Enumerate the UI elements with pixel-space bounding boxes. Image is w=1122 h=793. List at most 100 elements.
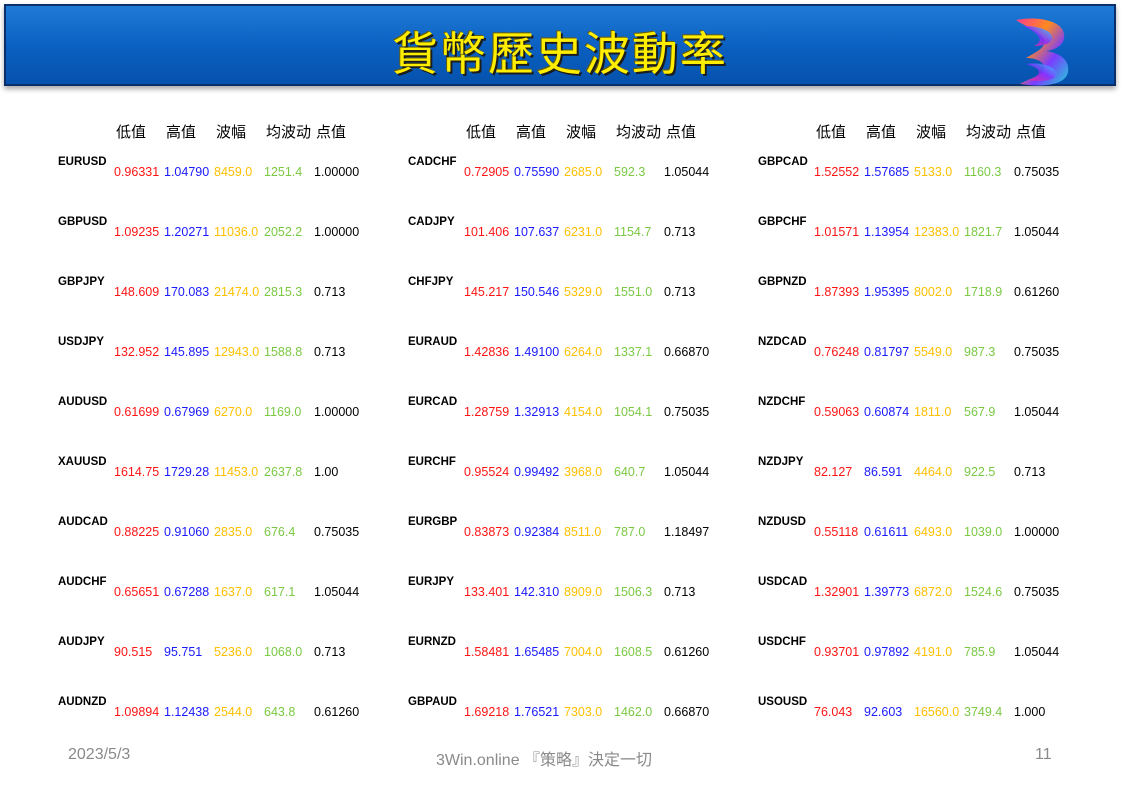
header-low: 低值 <box>116 124 147 141</box>
low-value: 0.65651 <box>114 585 160 599</box>
avg-value: 2815.3 <box>264 285 303 299</box>
table-row: CADJPY 101.406 107.637 6231.0 1154.7 0.713 <box>408 216 738 239</box>
low-value: 0.83873 <box>464 525 510 539</box>
symbol-label: EURNZD <box>408 636 456 648</box>
table-row: AUDCHF 0.65651 0.67288 1637.0 617.1 1.05044 <box>58 576 388 599</box>
avg-value: 787.0 <box>614 525 646 539</box>
table-row: GBPJPY 148.609 170.083 21474.0 2815.3 0.713 <box>58 276 388 299</box>
range-value: 6231.0 <box>564 225 603 239</box>
high-value: 0.99492 <box>514 465 560 479</box>
page-number: 11 <box>1035 746 1052 763</box>
high-value: 1.76521 <box>514 705 560 719</box>
symbol-label: USDCHF <box>758 636 806 648</box>
header-range: 波幅 <box>566 124 597 141</box>
range-value: 11453.0 <box>214 465 259 479</box>
low-value: 1.58481 <box>464 645 510 659</box>
range-value: 6493.0 <box>914 525 953 539</box>
range-value: 2544.0 <box>214 705 253 719</box>
symbol-label: GBPJPY <box>58 276 105 288</box>
high-value: 1.65485 <box>514 645 560 659</box>
table-row: NZDCHF 0.59063 0.60874 1811.0 567.9 1.05044 <box>758 396 1088 419</box>
range-value: 7303.0 <box>564 705 603 719</box>
avg-value: 1506.3 <box>614 585 653 599</box>
symbol-label: USDCAD <box>758 576 808 588</box>
symbol-label: NZDCHF <box>758 396 806 408</box>
table-row: EURUSD 0.96331 1.04790 8459.0 1251.4 1.00000 <box>58 156 388 179</box>
range-value: 4154.0 <box>564 405 603 419</box>
high-value: 0.67288 <box>164 585 210 599</box>
point-value: 1.05044 <box>314 585 360 599</box>
table-row: USDCAD 1.32901 1.39773 6872.0 1524.6 0.75035 <box>758 576 1088 599</box>
avg-value: 2637.8 <box>264 465 303 479</box>
low-value: 76.043 <box>814 705 853 719</box>
symbol-label: GBPUSD <box>58 216 108 228</box>
range-value: 4464.0 <box>914 465 953 479</box>
high-value: 150.546 <box>514 285 560 299</box>
footer-center-text: 3Win.online 『策略』決定一切 <box>436 752 653 769</box>
avg-value: 1821.7 <box>964 225 1003 239</box>
point-value: 0.713 <box>1014 465 1046 479</box>
range-value: 12943.0 <box>214 345 260 359</box>
low-value: 90.515 <box>114 645 153 659</box>
avg-value: 1718.9 <box>964 285 1003 299</box>
range-value: 21474.0 <box>214 285 260 299</box>
point-value: 0.713 <box>314 645 346 659</box>
high-value: 1729.28 <box>164 465 210 479</box>
point-value: 1.05044 <box>1014 405 1060 419</box>
avg-value: 1588.8 <box>264 345 303 359</box>
range-value: 1637.0 <box>214 585 253 599</box>
low-value: 0.96331 <box>114 165 160 179</box>
symbol-label: XAUUSD <box>58 456 107 468</box>
point-value: 0.61260 <box>314 705 360 719</box>
point-value: 1.000 <box>1014 705 1046 719</box>
range-value: 16560.0 <box>914 705 960 719</box>
table-row: NZDCAD 0.76248 0.81797 5549.0 987.3 0.75035 <box>758 336 1088 359</box>
low-value: 1.09235 <box>114 225 160 239</box>
low-value: 1.42836 <box>464 345 510 359</box>
low-value: 1.52552 <box>814 165 860 179</box>
avg-value: 922.5 <box>964 465 996 479</box>
avg-value: 1462.0 <box>614 705 653 719</box>
avg-value: 1337.1 <box>614 345 653 359</box>
range-value: 5549.0 <box>914 345 953 359</box>
point-value: 0.61260 <box>664 645 710 659</box>
range-value: 12383.0 <box>914 225 960 239</box>
high-value: 107.637 <box>514 225 560 239</box>
symbol-label: EURCAD <box>408 396 458 408</box>
avg-value: 1608.5 <box>614 645 653 659</box>
point-value: 0.66870 <box>664 705 710 719</box>
high-value: 1.13954 <box>864 225 910 239</box>
avg-value: 1551.0 <box>614 285 653 299</box>
table-row: AUDCAD 0.88225 0.91060 2835.0 676.4 0.75035 <box>58 516 388 539</box>
symbol-label: EURGBP <box>408 516 458 528</box>
range-value: 5329.0 <box>564 285 603 299</box>
symbol-label: AUDJPY <box>58 636 105 648</box>
range-value: 7004.0 <box>564 645 603 659</box>
point-value: 1.05044 <box>1014 225 1060 239</box>
low-value: 0.59063 <box>814 405 860 419</box>
table-row: USOUSD 76.043 92.603 16560.0 3749.4 1.000 <box>758 696 1088 719</box>
low-value: 0.55118 <box>814 525 859 539</box>
point-value: 1.00000 <box>314 225 360 239</box>
low-value: 1.01571 <box>814 225 860 239</box>
range-value: 8459.0 <box>214 165 253 179</box>
high-value: 145.895 <box>164 345 210 359</box>
page-title: 貨幣歷史波動率 <box>392 27 728 81</box>
high-value: 0.67969 <box>164 405 210 419</box>
low-value: 0.95524 <box>464 465 510 479</box>
high-value: 0.60874 <box>864 405 910 419</box>
avg-value: 1251.4 <box>264 165 303 179</box>
point-value: 0.713 <box>664 225 696 239</box>
avg-value: 1169.0 <box>264 405 302 419</box>
header-point: 点值 <box>316 124 347 141</box>
symbol-label: EURCHF <box>408 456 456 468</box>
high-value: 0.61611 <box>864 525 909 539</box>
high-value: 142.310 <box>514 585 560 599</box>
table-row: EURNZD 1.58481 1.65485 7004.0 1608.5 0.61260 <box>408 636 738 659</box>
table-row: CADCHF 0.72905 0.75590 2685.0 592.3 1.05044 <box>408 156 738 179</box>
point-value: 1.00000 <box>314 165 360 179</box>
header-avg: 均波动 <box>266 124 312 141</box>
range-value: 11036.0 <box>214 225 259 239</box>
header-high: 高值 <box>166 124 197 141</box>
avg-value: 1160.3 <box>964 165 1002 179</box>
